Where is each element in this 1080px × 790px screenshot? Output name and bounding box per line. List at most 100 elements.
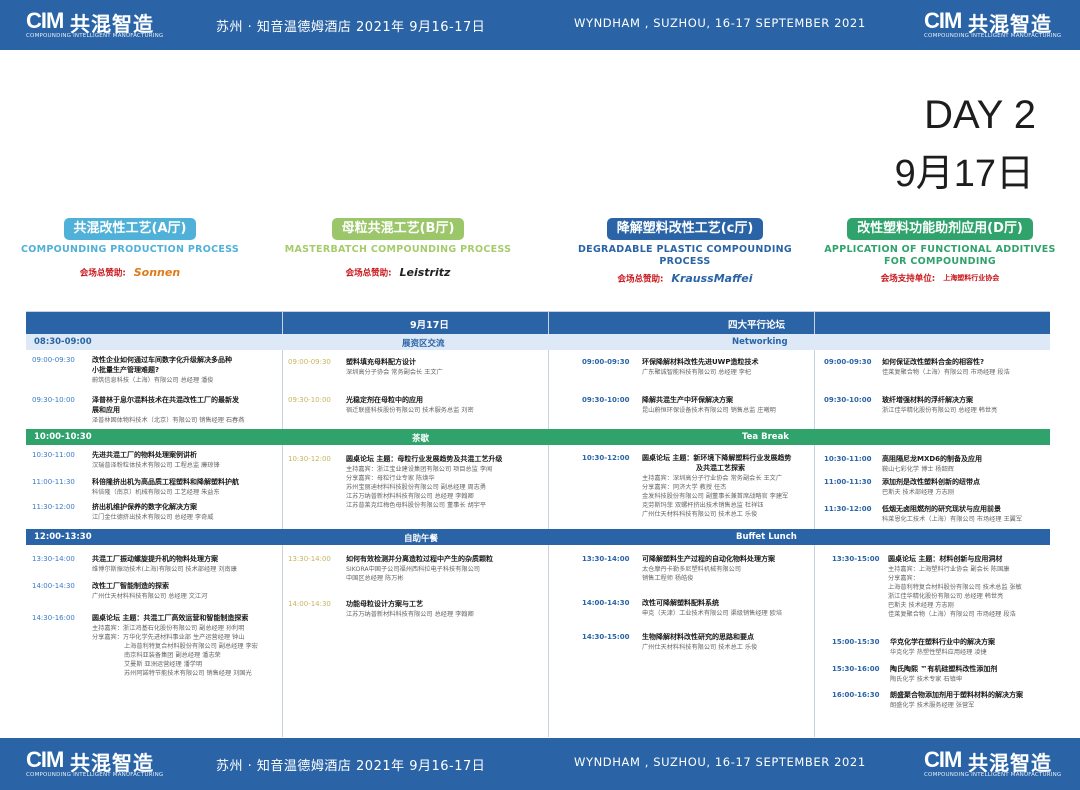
session-speaker: SIKORA中国子公司福州西科拉电子科技有限公司 bbox=[346, 566, 480, 573]
session-time: 10:30-11:00 bbox=[824, 455, 872, 463]
venue-en-footer: WYNDHAM , SUZHOU, 16-17 SEPTEMBER 2021 bbox=[574, 755, 866, 769]
table-header: 9月17日 四大平行论坛 bbox=[26, 312, 1050, 334]
session-title-2: 及共混工艺探索 bbox=[696, 464, 745, 472]
session-title: 玻纤增强材料的浮纤解决方案 bbox=[882, 396, 973, 404]
panel-guest: 金发科技股份有限公司 副董事长兼首席战略官 李建军 bbox=[642, 493, 789, 500]
session-title: 如何有效检测并分离造粒过程中产生的杂质颗粒 bbox=[346, 555, 493, 563]
hall-a-title: 共混改性工艺(A厅) bbox=[63, 218, 197, 240]
session-speaker: 维博尔斯振动技术(上海)有限公司 技术部经理 刘南康 bbox=[92, 566, 237, 573]
session-title: 圆桌论坛 主题：母粒行业发展趋势及共混工艺升级 bbox=[346, 455, 503, 463]
session-speaker: 浙江佳华精化股份有限公司 总经理 韩世亮 bbox=[882, 407, 998, 414]
session-time: 10:30-12:00 bbox=[288, 455, 331, 463]
session-speaker: 主持嘉宾：浙江鸿基石化股份有限公司 副总经理 孙利明 bbox=[92, 625, 245, 632]
hall-d: 改性塑料功能助剂应用(D厅) APPLICATION OF FUNCTIONAL… bbox=[822, 217, 1058, 284]
hall-a-sponsor: 会场总赞助: Sonnen bbox=[12, 266, 248, 279]
session-speaker: 泽普林固体物料技术（北京）有限公司 销售经理 石春燕 bbox=[92, 417, 245, 424]
session-time: 15:00-15:30 bbox=[832, 638, 880, 646]
session-time: 09:00-09:30 bbox=[582, 358, 630, 366]
session-time: 14:00-14:30 bbox=[32, 582, 75, 590]
band-right: Buffet Lunch bbox=[736, 532, 797, 542]
logo-cim-text: CIM bbox=[26, 8, 64, 33]
session-title: 朗盛聚合物添加剂用于塑料材料的解决方案 bbox=[890, 691, 1023, 699]
session-speaker: 主持嘉宾：上海塑料行业协会 副会长 陈国康 bbox=[888, 566, 1010, 573]
session-speaker: 巴斯夫 技术部经理 方志刚 bbox=[882, 489, 954, 496]
session-title: 降解共混生产中环保解决方案 bbox=[642, 396, 733, 404]
panel-guest: 分享嘉宾：同济大学 教授 任杰 bbox=[642, 484, 727, 491]
hall-d-en: APPLICATION OF FUNCTIONAL ADDITIVES FOR … bbox=[824, 244, 1056, 267]
session-speaker: 宿迁联盛科技股份有限公司 技术服务总监 刘密 bbox=[346, 407, 474, 414]
session-time: 10:30-12:00 bbox=[582, 454, 630, 462]
panel-guest: 上海普利特复合材料股份有限公司 技术总监 张敏 bbox=[888, 584, 1022, 591]
sponsor-label: 会场总赞助: bbox=[345, 268, 392, 279]
day-label: DAY 2 bbox=[924, 93, 1036, 137]
logo-en-text: COMPOUNDING INTELLIGENT MANUFACTURING bbox=[26, 33, 164, 39]
band-right: Networking bbox=[732, 337, 788, 347]
session-speaker: 江苏万纳普新材料科技有限公司 总经理 李翰卿 bbox=[346, 611, 474, 618]
session-time: 09:30-10:00 bbox=[824, 396, 872, 404]
session-time: 11:00-11:30 bbox=[32, 478, 75, 486]
band-networking: 08:30-09:00 展资区交流 Networking bbox=[26, 334, 1050, 350]
session-title-2: 小批量生产管理难题? bbox=[92, 366, 160, 374]
session-title: 功能母粒设计方案与工艺 bbox=[346, 600, 423, 608]
session-title: 低烟无卤阻燃剂的研究现状与应用前景 bbox=[882, 505, 1001, 513]
session-title: 陶氏陶熙 ™有机硅塑料改性添加剂 bbox=[890, 665, 998, 673]
session-title: 共混工厂振动螺旋提升机的物料处理方案 bbox=[92, 555, 218, 563]
leistritz-logo: Leistritz bbox=[399, 266, 451, 279]
session-title: 高阻隔尼龙MXD6的制备及应用 bbox=[882, 455, 983, 463]
session-title: 如何保证改性塑料合金的相容性? bbox=[882, 358, 985, 366]
session-time: 13:30-14:00 bbox=[32, 555, 75, 563]
session-speaker: 销售工程师 杨皓俊 bbox=[642, 575, 694, 582]
session-speaker: 江门金仕德挤出技术有限公司 总经理 李奇威 bbox=[92, 514, 214, 521]
hall-c-title: 降解塑料改性工艺(c厅) bbox=[606, 218, 764, 240]
band-lunch: 12:00-13:30 自助午餐 Buffet Lunch bbox=[26, 529, 1050, 545]
session-speaker: 中国区总经理 陈万彬 bbox=[346, 575, 404, 582]
logo-en-text: COMPOUNDING INTELLIGENT MANUFACTURING bbox=[924, 33, 1062, 39]
session-speaker: 广东聚诚智能科技有限公司 总经理 李杞 bbox=[642, 369, 752, 376]
hall-b: 母粒共混工艺(B厅) MASTERBATCH COMPOUNDING PROCE… bbox=[280, 217, 516, 279]
venue-cn: 苏州 · 知音温德姆酒店 2021年 9月16-17日 bbox=[216, 20, 486, 35]
session-speaker: 蔚筑信息科技（上海）有限公司 总经理 潘俊 bbox=[92, 377, 214, 384]
header-band: CIM 共混智造 COMPOUNDING INTELLIGENT MANUFAC… bbox=[0, 0, 1080, 50]
session-time: 13:30-14:00 bbox=[288, 555, 331, 563]
panel-guest: 江苏普莱克红梅色母料股份有限公司 董事长 胡宇平 bbox=[346, 502, 487, 509]
session-speaker: 申克（天津）工业技术有限公司 渠级销售经理 欧培 bbox=[642, 610, 783, 617]
sponsor-label: 会场支持单位: bbox=[880, 274, 936, 284]
band-time: 12:00-13:30 bbox=[34, 532, 92, 542]
session-time: 09:00-09:30 bbox=[824, 358, 872, 366]
session-title: 挤出机维护保养的数字化解决方案 bbox=[92, 503, 197, 511]
band-left: 茶歇 bbox=[412, 434, 430, 444]
panel-guest: 佳莱复聚合物（上海）有限公司 市场经理 段浩 bbox=[888, 611, 1016, 618]
header-date: 9月17日 bbox=[410, 320, 449, 331]
logo-cim-text: CIM bbox=[924, 8, 962, 33]
session-time: 09:30-10:00 bbox=[582, 396, 630, 404]
panel-guest: 广州仕天材料科技有限公司 技术总工 乐俊 bbox=[642, 511, 758, 518]
session-time: 13:30-15:00 bbox=[832, 555, 880, 563]
session-title: 泽普林于息尔混料技术在共混改性工厂的最新发 bbox=[92, 396, 239, 404]
sonnen-logo: Sonnen bbox=[133, 266, 181, 279]
panel-guest: 苏州阿諾特节能技术有限公司 销售经理 刘国光 bbox=[124, 670, 252, 677]
session-speaker: 朗盛化学 技术服务经理 张营军 bbox=[890, 702, 975, 709]
session-time: 14:30-15:00 bbox=[582, 633, 630, 641]
col-divider bbox=[282, 312, 283, 737]
panel-guest: 分享嘉宾： bbox=[888, 575, 919, 582]
session-time: 11:30-12:00 bbox=[824, 505, 872, 513]
panel-guest: 浙江佳华精化股份有限公司 总经理 韩世亮 bbox=[888, 593, 1004, 600]
session-title: 科倍隆挤出机为高品质工程塑料和降解塑料护航 bbox=[92, 478, 239, 486]
session-speaker: 深圳高分子协会 常务副会长 王文广 bbox=[346, 369, 443, 376]
col-divider bbox=[814, 312, 815, 737]
hall-a-en: COMPOUNDING PRODUCTION PROCESS bbox=[20, 244, 240, 255]
hall-c-en: DEGRADABLE PLASTIC COMPOUNDING PROCESS bbox=[577, 244, 793, 267]
session-speaker: 佳莱复聚合物（上海）有限公司 市场经理 段浩 bbox=[882, 369, 1010, 376]
hall-b-title: 母粒共混工艺(B厅) bbox=[331, 218, 465, 240]
session-time: 14:30-16:00 bbox=[32, 614, 75, 622]
session-time: 11:30-12:00 bbox=[32, 503, 75, 511]
session-time: 16:00-16:30 bbox=[832, 691, 880, 699]
session-speaker: 广州仕天材料科技有限公司 技术总工 乐俊 bbox=[642, 644, 758, 651]
session-time: 13:30-14:00 bbox=[582, 555, 630, 563]
logo-cim-text: CIM bbox=[924, 747, 962, 772]
band-time: 10:00-10:30 bbox=[34, 432, 92, 442]
session-speaker: 科倍隆（南京）机械有限公司 工艺经理 朱益东 bbox=[92, 489, 220, 496]
session-title: 光稳定剂在母粒中的应用 bbox=[346, 396, 423, 404]
venue-en: WYNDHAM , SUZHOU, 16-17 SEPTEMBER 2021 bbox=[574, 16, 866, 30]
session-speaker: 华克化学 热塑性塑料应用经理 凌捷 bbox=[890, 649, 987, 656]
